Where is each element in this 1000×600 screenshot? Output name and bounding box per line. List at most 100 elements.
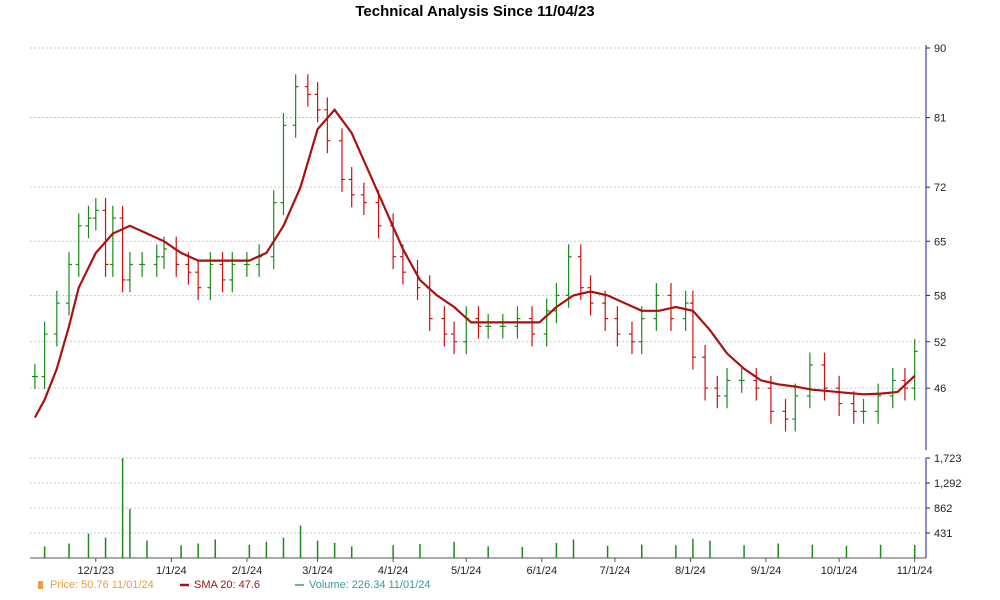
price-bar bbox=[426, 275, 433, 331]
price-bar bbox=[911, 338, 918, 401]
x-tick-label: 7/1/24 bbox=[600, 565, 631, 577]
price-bar bbox=[714, 375, 721, 409]
price-bar bbox=[65, 252, 72, 316]
sma-20-line bbox=[33, 108, 916, 419]
legend-item-sma: SMA 20: 47.6 bbox=[180, 579, 260, 591]
price-tick-label: 52 bbox=[934, 337, 946, 349]
x-tick-label: 4/1/24 bbox=[378, 565, 409, 577]
price-bar bbox=[782, 398, 789, 432]
price-bar bbox=[441, 306, 448, 347]
price-bars bbox=[31, 74, 918, 432]
price-tick-label: 46 bbox=[934, 383, 946, 395]
price-bar bbox=[229, 252, 236, 293]
price-bar bbox=[860, 398, 867, 424]
price-bar bbox=[587, 275, 594, 316]
legend-label: Price: 50.76 11/01/24 bbox=[50, 579, 154, 591]
volume-axis-ticks: 431 862 1,292 1,723 bbox=[926, 453, 962, 540]
volume-tick-label: 1,723 bbox=[934, 453, 962, 465]
volume-gridlines bbox=[30, 457, 922, 534]
chart-title: Technical Analysis Since 11/04/23 bbox=[355, 3, 594, 20]
x-tick-label: 6/1/24 bbox=[527, 565, 558, 577]
price-bar bbox=[207, 252, 214, 301]
price-bar bbox=[653, 283, 660, 331]
x-tick-label: 8/1/24 bbox=[675, 565, 706, 577]
price-bar bbox=[821, 352, 828, 401]
price-bar bbox=[270, 190, 277, 270]
price-bar bbox=[173, 236, 180, 277]
price-bar bbox=[75, 213, 82, 277]
price-bar bbox=[304, 74, 311, 107]
price-bar bbox=[792, 383, 799, 432]
price-bar bbox=[850, 391, 857, 424]
legend-label: SMA 20: 47.6 bbox=[194, 579, 260, 591]
x-tick-label: 3/1/24 bbox=[302, 565, 333, 577]
price-bar bbox=[324, 97, 331, 154]
price-bar bbox=[292, 74, 299, 138]
price-gridlines bbox=[30, 47, 922, 389]
price-bar bbox=[256, 244, 263, 277]
price-bar bbox=[119, 205, 126, 293]
legend-item-price: Price: 50.76 11/01/24 bbox=[38, 579, 154, 591]
price-tick-label: 58 bbox=[934, 290, 946, 302]
price-bar bbox=[85, 205, 92, 239]
price-bar bbox=[614, 306, 621, 347]
x-axis-ticks: 12/1/23 1/1/24 2/1/24 3/1/24 4/1/24 5/1/24 6/1… bbox=[77, 558, 933, 577]
price-bar bbox=[485, 313, 492, 339]
price-bar bbox=[543, 298, 550, 347]
price-bar bbox=[348, 167, 355, 208]
price-bar bbox=[806, 352, 813, 409]
price-bar bbox=[628, 321, 635, 355]
price-bar bbox=[638, 306, 645, 355]
price-axis-ticks: 46 52 58 65 72 81 90 bbox=[926, 43, 946, 395]
legend-swatch bbox=[38, 581, 43, 589]
price-bar bbox=[126, 252, 133, 293]
volume-tick-label: 1,292 bbox=[934, 478, 962, 490]
x-tick-label: 2/1/24 bbox=[232, 565, 263, 577]
price-bar bbox=[875, 383, 882, 424]
axes bbox=[30, 45, 927, 559]
price-bar bbox=[753, 368, 760, 401]
price-bar bbox=[499, 313, 506, 339]
price-bar bbox=[314, 82, 321, 123]
price-bar bbox=[219, 252, 226, 293]
legend-item-volume: Volume: 226.34 11/01/24 bbox=[295, 579, 431, 591]
price-tick-label: 81 bbox=[934, 113, 946, 125]
price-bar bbox=[153, 244, 160, 277]
price-bar bbox=[553, 283, 560, 324]
price-bar bbox=[577, 244, 584, 301]
price-bar bbox=[602, 290, 609, 331]
price-tick-label: 72 bbox=[934, 182, 946, 194]
x-tick-label: 1/1/24 bbox=[156, 565, 187, 577]
price-bar bbox=[102, 197, 109, 277]
x-tick-label: 5/1/24 bbox=[451, 565, 482, 577]
price-bar bbox=[280, 112, 287, 215]
price-bar bbox=[92, 197, 99, 231]
x-tick-label: 10/1/24 bbox=[821, 565, 858, 577]
price-bar bbox=[689, 290, 696, 370]
price-bar bbox=[195, 259, 202, 301]
price-bar bbox=[360, 182, 367, 215]
price-bar bbox=[41, 321, 48, 389]
x-tick-label: 9/1/24 bbox=[751, 565, 782, 577]
x-tick-label: 11/1/24 bbox=[897, 565, 933, 577]
price-bar bbox=[243, 252, 250, 277]
volume-tick-label: 431 bbox=[934, 528, 952, 540]
price-bar bbox=[338, 128, 345, 192]
price-tick-label: 90 bbox=[934, 43, 946, 55]
technical-analysis-chart: Technical Analysis Since 11/04/23 46 52 58… bbox=[30, 3, 962, 591]
price-bar bbox=[31, 364, 38, 389]
volume-tick-label: 862 bbox=[934, 503, 952, 515]
price-bar bbox=[836, 375, 843, 416]
legend-label: Volume: 226.34 11/01/24 bbox=[309, 579, 431, 591]
price-tick-label: 65 bbox=[934, 236, 946, 248]
price-bar bbox=[738, 368, 745, 393]
price-bar bbox=[139, 252, 146, 277]
legend: Price: 50.76 11/01/24 SMA 20: 47.6 Volume:… bbox=[38, 579, 431, 591]
price-bar bbox=[451, 321, 458, 355]
x-tick-label: 12/1/23 bbox=[77, 565, 114, 577]
price-bar bbox=[724, 368, 731, 409]
price-bar bbox=[702, 344, 709, 401]
price-bar bbox=[463, 306, 470, 355]
price-bar bbox=[682, 290, 689, 331]
price-bar bbox=[53, 290, 60, 347]
